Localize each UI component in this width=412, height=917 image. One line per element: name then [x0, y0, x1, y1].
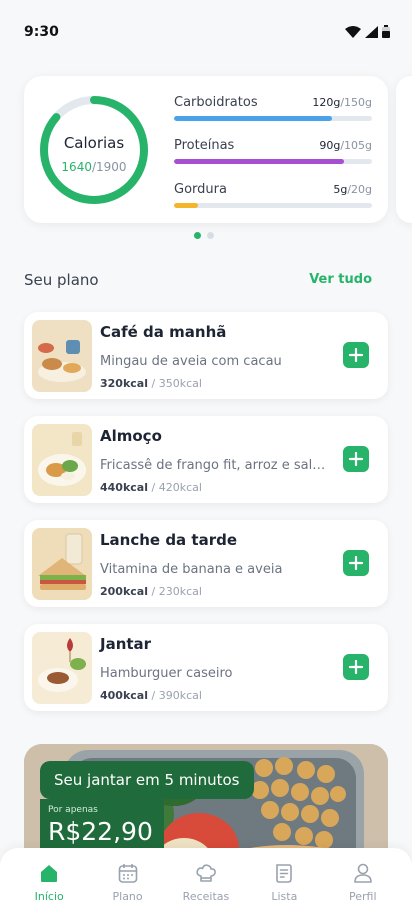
- user-icon: [353, 863, 372, 883]
- meal-description: Hamburguer caseiro: [100, 666, 233, 681]
- calories-label: Calorias: [63, 134, 125, 152]
- calories-goal: /1900: [91, 160, 127, 174]
- meal-description: Fricassê de frango fit, arroz e salada: [100, 458, 332, 473]
- meal-description: Vitamina de banana e aveia: [100, 562, 283, 577]
- tab-perfil[interactable]: Perfil: [328, 848, 398, 917]
- calories-value: 1640/1900: [38, 160, 150, 174]
- macro-fat-bar-fill: [174, 203, 198, 208]
- calendar-icon: [118, 864, 137, 883]
- meal-card-breakfast[interactable]: Café da manhã Mingau de aveia com cacau …: [24, 312, 388, 399]
- meal-calories: 440kcal / 420kcal: [100, 481, 202, 494]
- status-bar: 9:30: [0, 0, 412, 64]
- status-icons: [345, 25, 390, 38]
- add-meal-button[interactable]: [343, 446, 369, 472]
- home-icon: [41, 865, 58, 882]
- meal-card-snack[interactable]: Lanche da tarde Vitamina de banana e ave…: [24, 520, 388, 607]
- macro-fat-value: 5g/20g: [333, 183, 372, 196]
- macro-fat: Gordura 5g/20g: [174, 182, 372, 208]
- meal-calories: 200kcal / 230kcal: [100, 585, 202, 598]
- tab-label: Plano: [112, 890, 143, 903]
- tab-lista[interactable]: Lista: [249, 848, 319, 917]
- add-meal-button[interactable]: [343, 654, 369, 680]
- meal-title: Lanche da tarde: [100, 531, 238, 549]
- tab-inicio[interactable]: Início: [14, 848, 84, 917]
- add-meal-button[interactable]: [343, 342, 369, 368]
- carousel-dots: [194, 232, 214, 239]
- plus-icon: [349, 556, 363, 570]
- breakfast-image: [32, 320, 92, 392]
- tab-plano[interactable]: Plano: [93, 848, 163, 917]
- carousel-dot-2[interactable]: [207, 232, 214, 239]
- nutrition-summary-card[interactable]: Calorias 1640/1900 Carboidratos 120g/150…: [24, 76, 388, 223]
- calories-current: 1640: [61, 160, 92, 174]
- snack-image: [32, 528, 92, 600]
- see-all-link[interactable]: Ver tudo: [309, 272, 372, 287]
- meal-calories: 400kcal / 390kcal: [100, 689, 202, 702]
- wifi-icon: [345, 25, 361, 38]
- macro-protein-value: 90g/105g: [319, 139, 372, 152]
- macro-carbs-bar-fill: [174, 116, 333, 121]
- meal-calories: 320kcal / 350kcal: [100, 377, 202, 390]
- next-summary-card[interactable]: [396, 76, 412, 223]
- tab-receitas[interactable]: Receitas: [171, 848, 241, 917]
- promo-headline: Seu jantar em 5 minutos: [40, 761, 254, 799]
- meal-card-lunch[interactable]: Almoço Fricassê de frango fit, arroz e s…: [24, 416, 388, 503]
- plus-icon: [349, 348, 363, 362]
- meal-title: Café da manhã: [100, 323, 227, 341]
- lunch-image: [32, 424, 92, 496]
- add-meal-button[interactable]: [343, 550, 369, 576]
- plan-section-title: Seu plano: [24, 271, 99, 289]
- meal-card-dinner[interactable]: Jantar Hamburguer caseiro 400kcal / 390k…: [24, 624, 388, 711]
- meal-title: Almoço: [100, 427, 162, 445]
- promo-price: R$22,90: [48, 817, 153, 846]
- promo-price-label: Por apenas: [48, 805, 98, 815]
- plus-icon: [349, 452, 363, 466]
- status-time: 9:30: [24, 24, 59, 40]
- macro-protein-bar: [174, 159, 372, 164]
- list-icon: [276, 864, 293, 883]
- tab-label: Lista: [271, 890, 298, 903]
- macro-protein: Proteínas 90g/105g: [174, 138, 372, 164]
- macro-carbs-value: 120g/150g: [312, 96, 372, 109]
- macro-carbs-bar: [174, 116, 372, 121]
- tab-label: Perfil: [348, 890, 377, 903]
- battery-icon: [382, 25, 390, 38]
- tab-label: Receitas: [182, 890, 230, 903]
- macro-protein-bar-fill: [174, 159, 344, 164]
- carousel-dot-1[interactable]: [194, 232, 201, 239]
- macro-carbs: Carboidratos 120g/150g: [174, 95, 372, 121]
- macro-fat-label: Gordura: [174, 182, 227, 197]
- meal-title: Jantar: [100, 635, 152, 653]
- signal-icon: [365, 25, 378, 38]
- tab-label: Início: [34, 890, 64, 903]
- chef-hat-icon: [196, 864, 216, 882]
- dinner-image: [32, 632, 92, 704]
- plus-icon: [349, 660, 363, 674]
- macro-carbs-label: Carboidratos: [174, 95, 258, 110]
- macro-protein-label: Proteínas: [174, 138, 235, 153]
- meal-description: Mingau de aveia com cacau: [100, 354, 282, 369]
- bottom-tab-bar: Início Plano Receitas Lista Perfil: [0, 848, 412, 917]
- macro-fat-bar: [174, 203, 372, 208]
